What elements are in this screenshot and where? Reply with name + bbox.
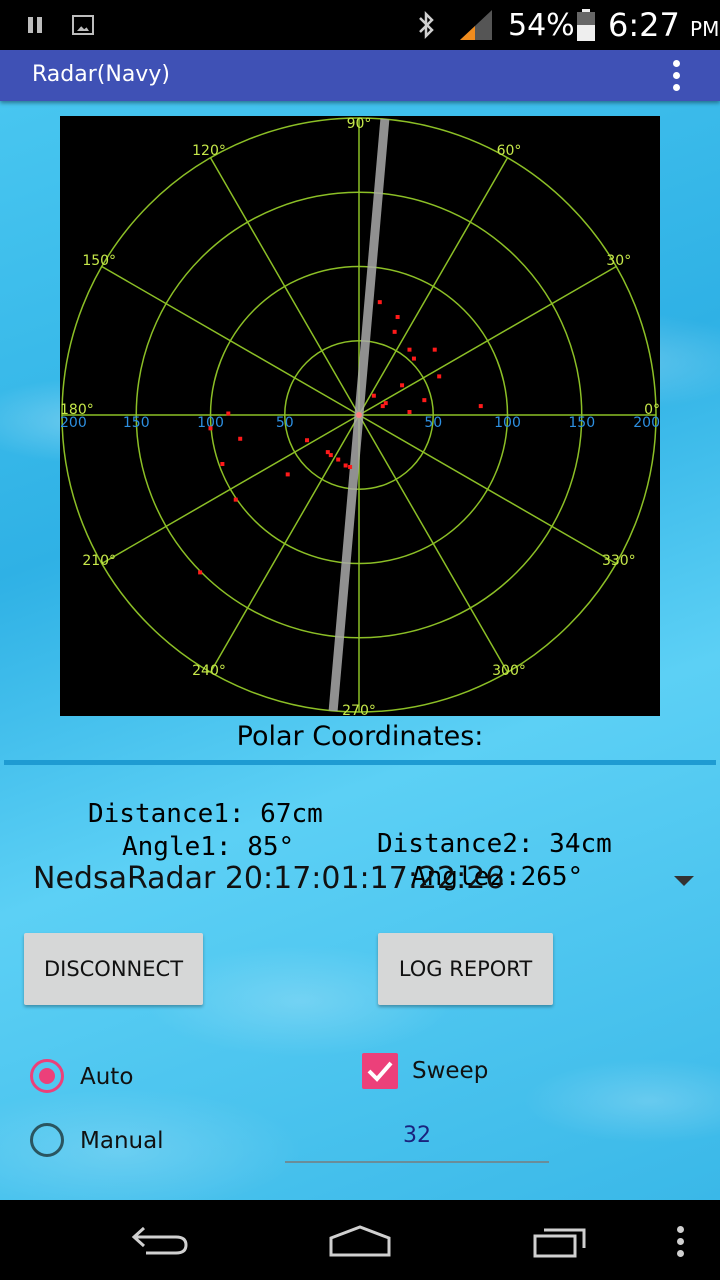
- radar-point: [336, 457, 341, 462]
- divider: [4, 760, 716, 765]
- pause-icon: [28, 17, 44, 33]
- radar-point: [432, 347, 437, 352]
- disconnect-button[interactable]: DISCONNECT: [24, 933, 203, 1005]
- radar-spoke: [358, 265, 617, 416]
- clock: 6:27 PM: [608, 6, 719, 44]
- radar-point: [348, 464, 353, 469]
- menu-dot: [677, 1226, 684, 1233]
- distance-label: 100: [494, 415, 521, 431]
- app-bar: Radar(Navy): [0, 50, 720, 101]
- manual-radio[interactable]: [30, 1123, 64, 1157]
- radar-point: [478, 404, 483, 409]
- radar-point: [343, 463, 348, 468]
- sweep-label: Sweep: [412, 1058, 489, 1084]
- battery-icon: [577, 9, 595, 41]
- sweep-checkbox[interactable]: [362, 1053, 398, 1089]
- radar-point: [238, 436, 243, 441]
- radar-point: [226, 411, 231, 416]
- angle-label: 30°: [606, 253, 631, 269]
- distance-label: 50: [276, 415, 294, 431]
- distance-label: 200: [633, 415, 660, 431]
- overflow-dot: [673, 84, 680, 91]
- radar-point: [305, 438, 310, 443]
- radar-display: 90° 60° 30° 0° 330° 300° 270° 240° 210° 180° 150° 1…: [60, 116, 660, 716]
- radar-point: [411, 356, 416, 361]
- angle-label: 120°: [192, 143, 226, 159]
- check-icon: [367, 1061, 393, 1082]
- angle-label: 150°: [82, 253, 116, 269]
- radar-point: [407, 347, 412, 352]
- angle1-value: Angle1: 85°: [122, 832, 295, 862]
- menu-dot: [677, 1238, 684, 1245]
- distance-label: 200: [60, 415, 87, 431]
- radar-point: [407, 410, 412, 415]
- angle-label: 90°: [347, 116, 372, 132]
- app-title: Radar(Navy): [32, 62, 170, 87]
- menu-dot: [677, 1250, 684, 1257]
- angle-label: 210°: [82, 553, 116, 569]
- radar-point: [437, 374, 442, 379]
- radar-point: [380, 404, 385, 409]
- radar-point: [220, 462, 225, 467]
- home-icon[interactable]: [328, 1224, 392, 1258]
- radar-point: [400, 383, 405, 388]
- radar-spoke: [358, 414, 509, 673]
- main-content: 90° 60° 30° 0° 330° 300° 270° 240° 210° 180° 150° 1…: [0, 101, 720, 1200]
- dropdown-arrow-icon[interactable]: [674, 876, 694, 886]
- angle-label: 240°: [192, 663, 226, 679]
- auto-label: Auto: [80, 1064, 134, 1090]
- image-notification-icon: [72, 15, 94, 35]
- distance-label: 50: [424, 415, 442, 431]
- angle-label: 60°: [497, 143, 522, 159]
- radar-center: [356, 412, 362, 418]
- radar-point: [285, 472, 290, 477]
- angle-label: 270°: [342, 703, 376, 716]
- radar-point: [395, 314, 400, 319]
- clock-time: 6:27: [608, 6, 680, 44]
- radar-point: [371, 393, 376, 398]
- overflow-menu-icon[interactable]: [664, 58, 688, 94]
- radar-point: [422, 398, 427, 403]
- angle-label: 300°: [492, 663, 526, 679]
- overflow-dot: [673, 72, 680, 79]
- menu-icon[interactable]: [677, 1226, 685, 1260]
- polar-coordinates-heading: Polar Coordinates:: [236, 721, 484, 752]
- radar-chart: 90°60°30°0°330°300°270°240°210°180°150°1…: [60, 116, 660, 716]
- radar-point: [208, 426, 213, 431]
- radar-spoke: [101, 414, 360, 565]
- navigation-bar: [0, 1200, 720, 1280]
- clock-ampm: PM: [690, 17, 720, 41]
- device-spinner[interactable]: NedsaRadar 20:17:01:17:22:26: [33, 861, 504, 896]
- log-report-button[interactable]: LOG REPORT: [378, 933, 553, 1005]
- distance-label: 150: [123, 415, 150, 431]
- signal-strength-icon: [460, 10, 492, 40]
- distance-label: 150: [568, 415, 595, 431]
- manual-angle-input[interactable]: 32: [285, 1123, 549, 1163]
- radar-point: [392, 329, 397, 334]
- manual-label: Manual: [80, 1128, 164, 1154]
- battery-percent: 54%: [508, 8, 575, 43]
- bluetooth-icon: [419, 10, 434, 40]
- auto-radio[interactable]: [30, 1059, 64, 1093]
- radar-spoke: [101, 265, 360, 416]
- back-icon[interactable]: [130, 1224, 190, 1258]
- recent-apps-icon[interactable]: [532, 1224, 592, 1258]
- radar-point: [233, 497, 238, 502]
- radar-point: [198, 570, 203, 575]
- radar-point: [328, 453, 333, 458]
- angle-label: 330°: [602, 553, 636, 569]
- overflow-dot: [673, 60, 680, 67]
- radar-point: [377, 300, 382, 305]
- radar-spoke: [358, 414, 617, 565]
- radar-spoke: [209, 157, 360, 416]
- status-bar: 54% 6:27 PM: [0, 0, 720, 50]
